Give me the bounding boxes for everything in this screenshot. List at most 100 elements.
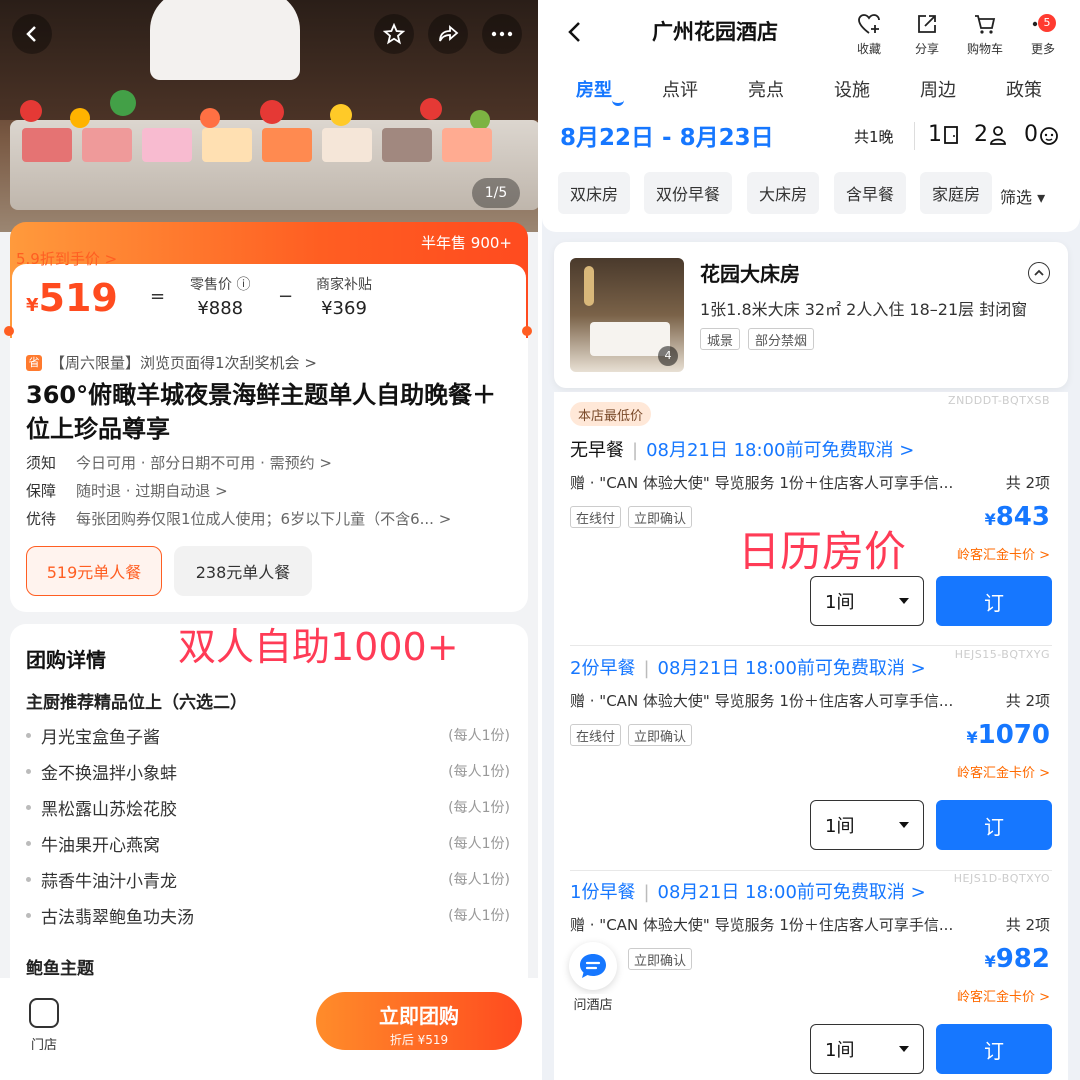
retail-price-label[interactable]: 零售价 ⓘ [190,274,250,294]
member-price-link[interactable]: 岭客汇金卡价 > [957,986,1050,1005]
package-option-519[interactable]: 519元单人餐 [26,546,162,596]
tab-room-types[interactable]: 房型 [576,76,612,102]
heart-plus-icon [858,14,880,34]
chip-family-room[interactable]: 家庭房 [920,172,993,214]
promo-banner[interactable]: 省 【周六限量】浏览页面得1次刮奖机会 > [26,352,317,373]
share-icon [918,15,936,33]
dish-portion: (每人1份) [448,872,510,888]
book-button[interactable]: 订 [936,800,1052,850]
hero-veg [470,110,490,130]
ask-hotel-button[interactable]: 问酒店 [562,942,624,1013]
dish-item: 蒜香牛油汁小青龙 (每人1份) [26,864,510,894]
section-abalone: 鲍鱼主题 [26,959,94,979]
more-button[interactable]: 更多 5 [1018,12,1068,57]
favorite-button[interactable] [374,14,414,54]
equals-sign: = [150,286,166,307]
half-year-sales: 半年售 900+ [421,234,512,252]
dish-name: 蒜香牛油汁小青龙 [26,867,177,892]
hero-tray [22,128,72,162]
meta-guarantee[interactable]: 保障 随时退 · 过期自动退 > [26,480,228,501]
meta-benefit[interactable]: 优待 每张团购券仅限1位成人使用；6岁以下儿童（不含6... > [26,508,451,529]
package-option-238[interactable]: 238元单人餐 [174,546,312,596]
dropdown-caret-icon [899,822,909,828]
rate-plan-header[interactable]: 2份早餐 | 08月21日 18:00前可免费取消 > [570,654,926,680]
favorite-button[interactable]: 收藏 [844,12,894,57]
chip-twin-room[interactable]: 双床房 [558,172,631,214]
tab-highlights[interactable]: 亮点 [748,76,784,102]
tab-policy[interactable]: 政策 [1006,76,1042,102]
book-button[interactable]: 订 [936,576,1052,626]
rate-plan-header[interactable]: 1份早餐 | 08月21日 18:00前可免费取消 > [570,878,926,904]
rate-plan: ZNDDDT-BQTXSB 本店最低价 无早餐 | 08月21日 18:00前可免费… [554,392,1068,626]
hotel-header: 广州花园酒店 收藏 分享 购物车 更多 5 房型 点评 亮点 设施 周边 政策 … [542,0,1080,232]
room-quantity-select[interactable]: 1间 [810,576,924,626]
member-price-link[interactable]: 岭客汇金卡价 > [957,762,1050,781]
hotel-panel: 广州花园酒店 收藏 分享 购物车 更多 5 房型 点评 亮点 设施 周边 政策 … [542,0,1080,1080]
gift-info[interactable]: 赠 · "CAN 体验大使" 导览服务 1份＋住店客人可享手信... [570,914,953,935]
rate-price-value: 1070 [977,720,1050,750]
door-icon [944,125,958,144]
hero-veg [200,108,220,128]
buy-now-sub: 折后 ¥519 [389,1033,449,1047]
room-photo-lamp [584,266,594,306]
room-type-card[interactable]: 4 花园大床房 1张1.8米大床 32㎡ 2人入住 18–21层 封闭窗 城景 … [554,242,1068,388]
tab-reviews[interactable]: 点评 [662,76,698,102]
cart-label: 购物车 [966,42,1003,56]
room-photo[interactable]: 4 [570,258,684,372]
gift-count: 共 2项 [1005,474,1050,492]
rate-plan-header[interactable]: 无早餐 | 08月21日 18:00前可免费取消 > [570,436,914,462]
back-button[interactable] [566,20,584,51]
buy-now-label: 立即团购 [379,1004,459,1028]
share-label: 分享 [914,42,939,56]
tab-nearby[interactable]: 周边 [920,76,956,102]
filter-button[interactable]: 筛选 ▾ [1000,184,1045,208]
confirm-tag: 立即确认 [628,724,693,746]
meta-value: 今日可用 · 部分日期不可用 · 需预约 > [76,454,332,472]
share-button[interactable]: 分享 [902,12,952,57]
quantity-value: 1间 [825,1040,855,1061]
ask-hotel-label: 问酒店 [562,994,624,1013]
gift-info[interactable]: 赠 · "CAN 体验大使" 导览服务 1份＋住店客人可享手信... [570,690,953,711]
rate-code: ZNDDDT-BQTXSB [948,394,1050,407]
deal-info-card: 省 【周六限量】浏览页面得1次刮奖机会 > 360°俯瞰羊城夜景海鲜主题单人自助… [10,338,528,612]
rate-price: ¥1070 [966,720,1050,750]
share-arrow-icon [439,25,459,42]
room-name: 花园大床房 [700,262,800,286]
collapse-button[interactable] [1028,262,1050,284]
date-range[interactable]: 8月22日 - 8月23日 [560,118,774,152]
book-button[interactable]: 订 [936,1024,1052,1074]
adult-count[interactable]: 2 [974,122,1008,147]
dish-portion: (每人1份) [448,908,510,924]
chip-double-breakfast[interactable]: 双份早餐 [644,172,733,214]
rate-plan-list: ZNDDDT-BQTXSB 本店最低价 无早餐 | 08月21日 18:00前可免费… [554,392,1068,1080]
child-count[interactable]: 0 [1024,122,1060,147]
back-button[interactable] [12,14,52,54]
room-count[interactable]: 1 [928,122,960,147]
rate-code: HEJS1D-BQTXYO [953,872,1050,885]
night-count: 共1晚 [854,128,894,146]
room-quantity-select[interactable]: 1间 [810,1024,924,1074]
promo-text: 【周六限量】浏览页面得1次刮奖机会 > [50,354,317,372]
meta-value: 每张团购券仅限1位成人使用；6岁以下儿童（不含6... > [76,510,452,528]
meta-notice[interactable]: 须知 今日可用 · 部分日期不可用 · 需预约 > [26,452,332,473]
discount-tag[interactable]: 5.9折到手价 > [16,248,117,269]
overlay-caption-calendar-price: 日历房价 [738,527,907,576]
member-price-link[interactable]: 岭客汇金卡价 > [957,544,1050,563]
buy-now-button[interactable]: 立即团购 折后 ¥519 [316,992,522,1050]
hero-image[interactable]: 1/5 [0,0,538,232]
rate-plan: HEJS15-BQTXYG 2份早餐 | 08月21日 18:00前可免费取消 > … [554,646,1068,870]
share-button[interactable] [428,14,468,54]
adult-count-value: 2 [974,122,988,147]
store-button[interactable]: 门店 [24,998,64,1053]
chip-breakfast-included[interactable]: 含早餐 [834,172,907,214]
favorite-label: 收藏 [856,42,881,56]
more-button[interactable] [482,14,522,54]
cart-button[interactable]: 购物车 [960,12,1010,57]
hero-tray [442,128,492,162]
room-quantity-select[interactable]: 1间 [810,800,924,850]
tab-facilities[interactable]: 设施 [834,76,870,102]
deal-title: 360°俯瞰羊城夜景海鲜主题单人自助晚餐＋位上珍品尊享 [26,381,497,443]
chip-king-room[interactable]: 大床房 [747,172,820,214]
final-price-value: 519 [38,276,118,320]
gift-info[interactable]: 赠 · "CAN 体验大使" 导览服务 1份＋住店客人可享手信... [570,472,953,493]
